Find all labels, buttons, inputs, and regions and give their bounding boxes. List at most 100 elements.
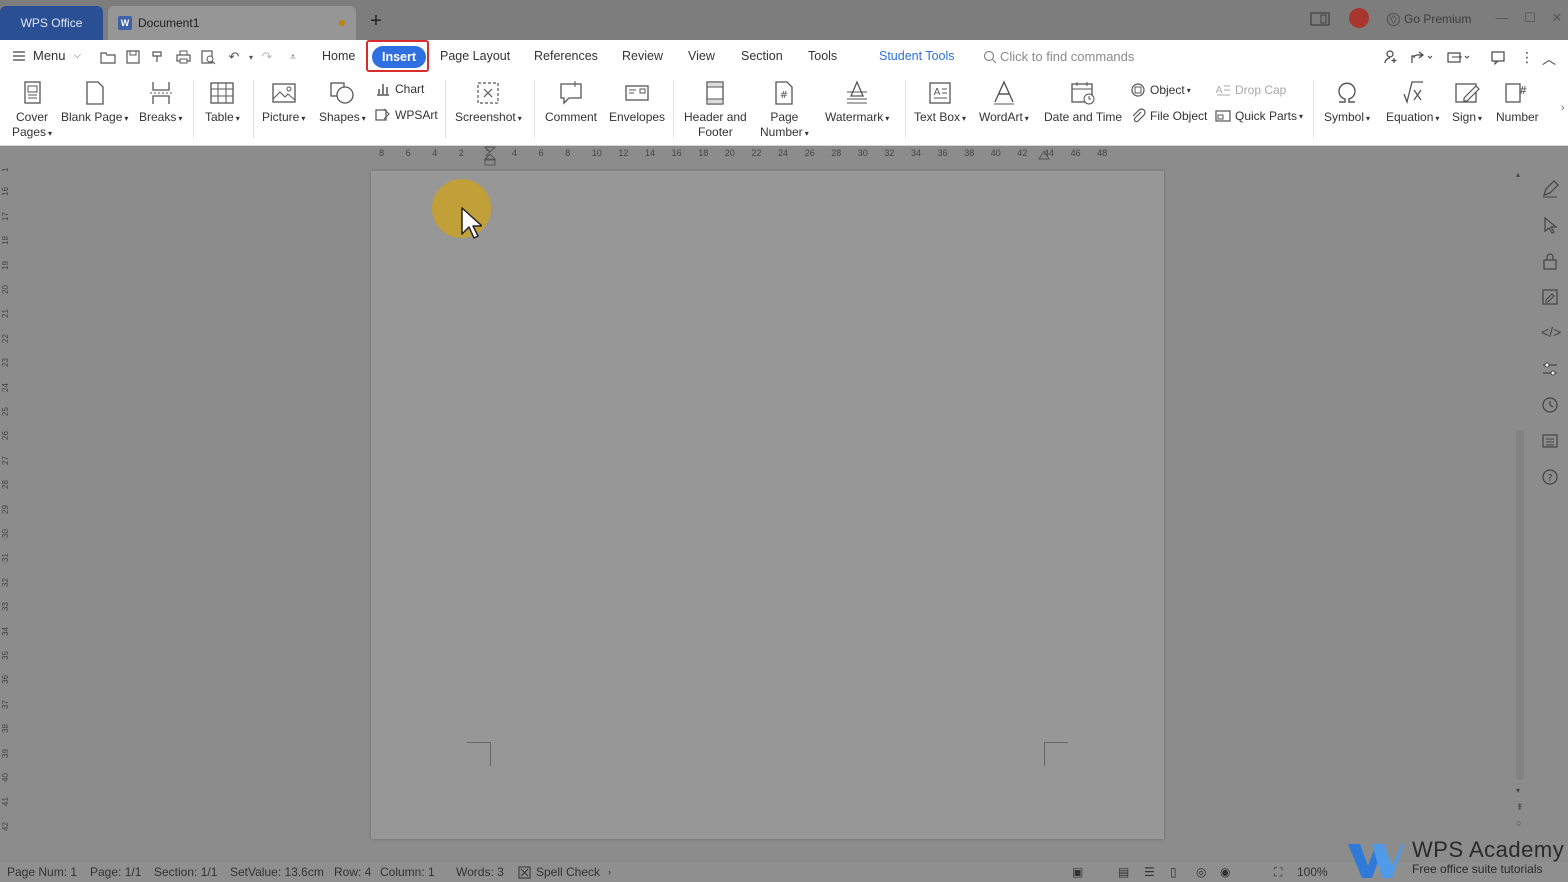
tab-review[interactable]: Review [622, 49, 663, 63]
sign-button[interactable]: Sign ▾ [1452, 80, 1482, 126]
reading-mode-icon[interactable]: ▯ [1170, 865, 1177, 879]
share-icon[interactable] [1410, 49, 1434, 65]
envelopes-button[interactable]: Envelopes [609, 80, 665, 125]
chart-button[interactable]: Chart [375, 81, 424, 97]
status-page-num[interactable]: Page Num: 1 [7, 865, 77, 879]
history-icon[interactable] [1541, 396, 1559, 414]
scroll-down-icon[interactable]: ▾ [1516, 786, 1520, 795]
right-indent-marker-icon[interactable] [1038, 150, 1050, 162]
ribbon-scroll-right-icon[interactable]: › [1561, 102, 1565, 114]
select-browse-object-icon[interactable]: ○ [1516, 818, 1521, 828]
outline-view-icon[interactable]: ☰ [1144, 865, 1155, 879]
fit-page-icon[interactable]: ⛶ [1274, 865, 1282, 880]
zoom-level[interactable]: 100% [1297, 865, 1328, 879]
header-footer-button[interactable]: Header and Footer [684, 80, 747, 140]
text-box-button[interactable]: A Text Box ▾ [914, 80, 966, 126]
code-icon[interactable]: </> [1541, 324, 1561, 342]
format-painter-icon[interactable] [150, 49, 166, 65]
minimize-icon[interactable]: — [1494, 10, 1510, 25]
review-edit-icon[interactable] [1541, 288, 1559, 306]
find-commands-box[interactable]: Click to find commands [983, 49, 1134, 64]
scroll-up-icon[interactable]: ▴ [1516, 170, 1520, 179]
wps-office-tab[interactable]: WPS Office [0, 6, 103, 40]
table-button[interactable]: Table ▾ [205, 80, 240, 126]
navigation-list-icon[interactable] [1541, 432, 1559, 450]
save-icon[interactable] [125, 49, 141, 65]
status-setvalue[interactable]: SetValue: 13.6cm [230, 865, 324, 879]
document-tab[interactable]: W Document1 [108, 6, 356, 40]
status-row[interactable]: Row: 4 [334, 865, 371, 879]
sliders-icon[interactable] [1541, 360, 1559, 378]
undo-dropdown-icon[interactable]: ▾ [243, 49, 259, 65]
vertical-ruler[interactable]: 1 16 17 18 19 20 21 22 23 24 25 26 27 28 29 30 31 32 33 34 3… [0, 150, 12, 850]
status-words[interactable]: Words: 3 [456, 865, 504, 879]
scrollbar-thumb[interactable] [1516, 430, 1524, 780]
more-options-icon[interactable]: ⋮ [1520, 49, 1534, 66]
status-column[interactable]: Column: 1 [380, 865, 435, 879]
file-object-button[interactable]: File Object [1130, 108, 1207, 124]
indent-marker-icon[interactable] [484, 146, 496, 166]
breaks-button[interactable]: Breaks ▾ [139, 80, 182, 126]
lock-icon[interactable] [1541, 252, 1559, 270]
ruler-tick: 6 [538, 148, 544, 158]
picture-button[interactable]: Picture ▾ [262, 80, 305, 126]
wordart-button[interactable]: WordArt ▾ [979, 80, 1029, 126]
new-tab-plus-icon[interactable]: + [367, 10, 385, 32]
insert-tab-highlight [366, 40, 429, 72]
close-icon[interactable]: ✕ [1549, 10, 1565, 26]
wpsart-button[interactable]: WPSArt [375, 107, 438, 123]
comment-label: Comment [545, 110, 598, 124]
screenshot-button[interactable]: Screenshot ▾ [455, 80, 522, 126]
collapse-ribbon-icon[interactable]: ︿ [1542, 49, 1556, 69]
menu-button[interactable]: Menu ⌵ [12, 48, 81, 63]
ruler-tick: 10 [591, 148, 602, 158]
previous-page-icon[interactable]: ⇞ [1516, 802, 1524, 813]
status-page[interactable]: Page: 1/1 [90, 865, 141, 879]
page-number-button[interactable]: # Page Number ▾ [760, 80, 809, 141]
ruler-tick: 34 [1, 626, 10, 636]
help-icon[interactable]: ? [1541, 468, 1559, 486]
equation-button[interactable]: Equation ▾ [1386, 80, 1439, 126]
maximize-icon[interactable]: ☐ [1522, 10, 1538, 26]
collaborate-icon[interactable] [1383, 49, 1399, 65]
go-premium-button[interactable]: Go Premium [1386, 8, 1471, 30]
undo-icon[interactable]: ↶ [226, 49, 242, 65]
spell-check-button[interactable]: Spell Check › [518, 865, 611, 879]
comment-panel-icon[interactable] [1490, 49, 1506, 65]
avatar[interactable] [1349, 8, 1369, 28]
vertical-scrollbar[interactable]: ▴ ▾ ⇞ ○ [1514, 150, 1526, 840]
tab-tools[interactable]: Tools [808, 49, 837, 63]
tab-references[interactable]: References [534, 49, 598, 63]
print-icon[interactable] [175, 49, 191, 65]
watermark-button[interactable]: Watermark ▾ [825, 80, 889, 126]
comment-button[interactable]: Comment [545, 80, 597, 125]
shapes-button[interactable]: Shapes ▾ [319, 80, 366, 126]
blank-page-button[interactable]: Blank Page ▾ [61, 80, 128, 126]
tablet-mode-icon[interactable] [1310, 8, 1330, 30]
open-folder-icon[interactable] [100, 49, 116, 65]
quick-parts-button[interactable]: Quick Parts ▾ [1215, 108, 1303, 124]
print-preview-icon[interactable] [200, 49, 216, 65]
track-changes-icon[interactable]: ▣ [1072, 865, 1083, 879]
number-button[interactable]: # Number [1496, 80, 1539, 125]
select-pointer-icon[interactable] [1541, 216, 1559, 234]
tab-view[interactable]: View [688, 49, 715, 63]
web-layout-icon[interactable]: ◎ [1196, 865, 1206, 879]
date-time-button[interactable]: Date and Time [1044, 80, 1122, 125]
tab-student-tools[interactable]: Student Tools [879, 49, 955, 63]
document-page[interactable] [371, 171, 1164, 839]
pen-edit-icon[interactable] [1541, 180, 1559, 198]
customize-quick-access-icon[interactable]: ⩡ [285, 49, 301, 65]
tab-section[interactable]: Section [741, 49, 783, 63]
cover-pages-button[interactable]: Cover Pages ▾ [12, 80, 52, 141]
ruler-tick: 34 [911, 148, 922, 158]
symbol-button[interactable]: Symbol ▾ [1324, 80, 1370, 126]
print-layout-icon[interactable]: ▤ [1118, 865, 1129, 879]
tab-page-layout[interactable]: Page Layout [440, 49, 510, 63]
export-icon[interactable] [1446, 49, 1472, 65]
eye-protection-icon[interactable]: ◉ [1220, 865, 1230, 879]
object-button[interactable]: Object ▾ [1130, 82, 1191, 98]
tab-home[interactable]: Home [322, 49, 355, 63]
status-section[interactable]: Section: 1/1 [154, 865, 217, 879]
envelopes-label: Envelopes [609, 110, 666, 124]
